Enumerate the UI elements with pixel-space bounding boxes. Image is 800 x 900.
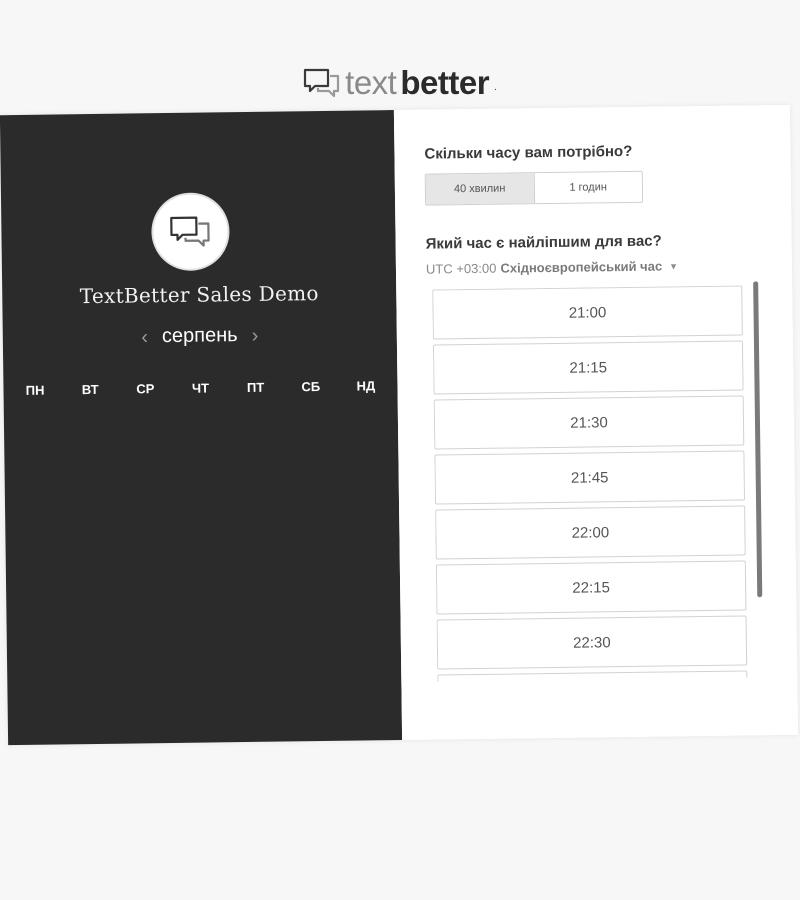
- time-slot-scrollbar[interactable]: [753, 281, 763, 598]
- chevron-right-icon: ›: [251, 324, 259, 347]
- time-slot-list: 21:00 21:15 21:30 21:45 22:00 22:15 22:3…: [432, 285, 749, 682]
- time-slot-button[interactable]: 22:00: [435, 505, 746, 560]
- time-slot-button[interactable]: 21:30: [433, 395, 745, 450]
- weekday-label: ПТ: [246, 379, 265, 395]
- month-navigation: ‹ серпень ›: [3, 322, 397, 350]
- next-month-button[interactable]: ›: [251, 324, 259, 347]
- time-selection-panel: Скільки часу вам потрібно? 40 хвилин 1 г…: [393, 104, 799, 740]
- duration-question: Скільки часу вам потрібно?: [424, 142, 633, 163]
- weekday-label: СБ: [301, 379, 321, 395]
- event-title: TextBetter Sales Demo: [79, 281, 319, 309]
- time-question: Який час є найліпшим для вас?: [425, 232, 662, 253]
- chat-bubbles-icon: [170, 216, 210, 247]
- weekday-label: ЧТ: [191, 380, 210, 396]
- booking-widget: TextBetter Sales Demo ‹ серпень › ПН ВТ …: [0, 104, 799, 746]
- weekday-header: ПН ВТ СР ЧТ ПТ СБ НД: [3, 378, 397, 398]
- textbetter-logo: text better.: [0, 66, 800, 99]
- duration-option-40-min[interactable]: 40 хвилин: [425, 173, 534, 205]
- timezone-name: Східноєвропейський час: [500, 258, 663, 276]
- timezone-offset: UTC +03:00: [425, 260, 497, 277]
- month-label: серпень: [161, 324, 238, 348]
- chat-bubbles-icon: [304, 68, 340, 97]
- calendar-panel: TextBetter Sales Demo ‹ серпень › ПН ВТ …: [0, 110, 403, 746]
- duration-option-1-hour[interactable]: 1 годин: [533, 171, 643, 204]
- avatar: [150, 192, 230, 272]
- duration-toggle: 40 хвилин 1 годин: [424, 170, 644, 206]
- logo-text-light: text: [345, 64, 397, 101]
- time-slot-button[interactable]: [437, 670, 748, 682]
- time-slot-button[interactable]: 22:15: [435, 560, 747, 615]
- time-slot-button[interactable]: 22:30: [436, 615, 748, 670]
- previous-month-button[interactable]: ‹: [141, 325, 149, 348]
- time-slot-button[interactable]: 21:00: [432, 285, 743, 340]
- caret-down-icon: ▼: [669, 260, 679, 271]
- time-slot-button[interactable]: 21:45: [434, 450, 746, 505]
- weekday-label: ВТ: [81, 381, 99, 398]
- weekday-label: СР: [136, 381, 155, 397]
- logo-text-bold: better: [400, 64, 490, 101]
- timezone-selector[interactable]: UTC +03:00 Східноєвропейський час ▼: [425, 258, 679, 277]
- weekday-label: ПН: [25, 382, 45, 398]
- weekday-label: НД: [356, 378, 376, 394]
- logo-suffix: .: [494, 82, 497, 93]
- chevron-left-icon: ‹: [141, 325, 149, 348]
- time-slot-button[interactable]: 21:15: [432, 340, 744, 395]
